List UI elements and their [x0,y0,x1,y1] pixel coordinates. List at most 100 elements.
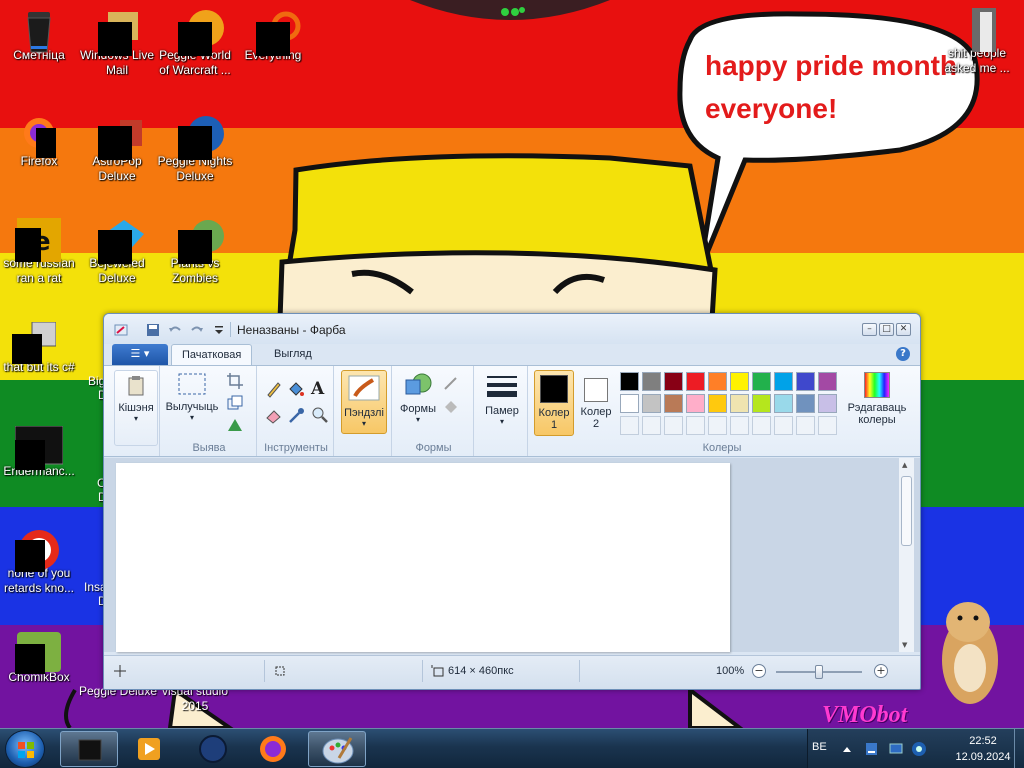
crop-icon[interactable] [226,372,244,390]
desktop-icon-endermanc[interactable]: Endermanc... [0,425,78,479]
shape-fill-icon[interactable] [442,398,460,416]
desktop-icon-windows-live-mail[interactable]: Windows Live Mail [78,10,156,78]
zoom-slider[interactable] [776,665,862,679]
quick-access-dropdown-icon[interactable] [212,323,226,337]
palette-swatch[interactable] [664,394,683,413]
desktop-icon-some-russian[interactable]: e some russian ran a rat [0,218,78,286]
zoom-in-button[interactable]: + [874,664,888,678]
help-button[interactable]: ? [896,347,910,361]
text-icon[interactable]: A [311,379,329,399]
taskbar-paint[interactable] [308,731,366,767]
palette-swatch[interactable] [620,394,639,413]
palette-swatch[interactable] [796,372,815,391]
title-bar[interactable]: Неназваны - Фарба – □ ✕ [104,314,920,344]
palette-swatch[interactable] [752,394,771,413]
desktop-icon-astropop[interactable]: AstroPop Deluxe [78,116,156,184]
zoom-slider-thumb[interactable] [815,665,823,679]
eraser-icon[interactable] [265,406,283,424]
desktop-icon-recycle-bin[interactable]: Сметніца [0,10,78,63]
save-icon[interactable] [146,323,160,337]
tab-view[interactable]: Выгляд [264,344,322,366]
custom-color-slot[interactable] [664,416,683,435]
palette-swatch[interactable] [686,372,705,391]
clock-time[interactable]: 22:52 [958,735,1008,747]
desktop-icon-peggle-nights[interactable]: Peggle Nights Deluxe [156,116,234,184]
custom-color-slot[interactable] [642,416,661,435]
palette-swatch[interactable] [730,372,749,391]
action-center-icon[interactable] [864,741,880,757]
custom-color-slot[interactable] [708,416,727,435]
palette-swatch[interactable] [642,394,661,413]
rotate-icon[interactable] [226,416,244,434]
desktop-icon-none-of-you[interactable]: none of you retards kno... [0,528,78,596]
paint-window[interactable]: Неназваны - Фарба – □ ✕ ☰ ▾ Пачатковая В… [103,313,921,690]
desktop-icon-everything[interactable]: Everything [234,10,312,63]
clipboard-button[interactable]: Кішэня ▾ [114,370,158,446]
show-hidden-icons-icon[interactable] [842,744,852,754]
palette-swatch[interactable] [708,394,727,413]
taskbar-recycle-bin[interactable] [60,731,118,767]
color-picker-icon[interactable] [287,406,305,424]
palette-swatch[interactable] [752,372,771,391]
show-desktop-button[interactable] [1014,729,1024,768]
palette-swatch[interactable] [774,394,793,413]
palette-swatch[interactable] [686,394,705,413]
custom-color-slot[interactable] [818,416,837,435]
custom-color-slot[interactable] [620,416,639,435]
close-button[interactable]: ✕ [896,323,911,336]
palette-swatch[interactable] [818,394,837,413]
select-button[interactable]: Вылучыць ▾ [162,372,222,422]
palette-swatch[interactable] [796,394,815,413]
taskbar-firefox[interactable] [244,731,302,767]
volume-icon[interactable] [911,741,927,757]
drawing-canvas[interactable] [116,463,730,652]
desktop-icon-shit-people-asked[interactable]: shit people asked me ... [938,6,1016,76]
scrollbar-thumb[interactable] [901,476,912,546]
taskbar-globe[interactable] [184,731,242,767]
network-icon[interactable] [888,741,904,757]
clock-date[interactable]: 12.09.2024 [945,751,1021,763]
brushes-button[interactable]: Пэндзлі ▾ [341,370,387,434]
canvas-area[interactable]: ▲ ▼ [104,458,920,652]
tab-home[interactable]: Пачатковая [171,344,253,366]
custom-color-slot[interactable] [774,416,793,435]
magnifier-icon[interactable] [311,406,329,424]
language-indicator[interactable]: BE [812,741,827,753]
taskbar-media-player[interactable] [120,731,178,767]
color2-button[interactable]: Колер 2 [576,370,616,436]
paint-menu-button[interactable]: ☰ ▾ [112,344,168,365]
zoom-out-button[interactable]: − [752,664,766,678]
palette-swatch[interactable] [664,372,683,391]
palette-swatch[interactable] [620,372,639,391]
undo-icon[interactable] [168,323,182,337]
redo-icon[interactable] [190,323,204,337]
vertical-scrollbar[interactable]: ▲ ▼ [898,458,914,652]
paint-app-icon[interactable] [114,323,128,337]
resize-icon[interactable] [226,394,244,412]
custom-color-slot[interactable] [730,416,749,435]
palette-swatch[interactable] [818,372,837,391]
palette-swatch[interactable] [774,372,793,391]
shapes-button[interactable]: Формы ▾ [396,372,440,424]
fill-icon[interactable] [287,380,305,398]
desktop-icon-bejeweled[interactable]: Bejeweled Deluxe [78,218,156,286]
palette-swatch[interactable] [708,372,727,391]
color1-button[interactable]: Колер 1 [534,370,574,436]
outline-icon[interactable] [442,374,460,392]
desktop-icon-that-but-its-csharp[interactable]: that but its c# [0,321,78,375]
desktop-icon-chomikbox[interactable]: ChomikBox [0,632,78,685]
edit-colors-button[interactable]: Рэдагаваць колеры [842,372,912,426]
size-button[interactable]: Памер ▾ [480,374,524,426]
palette-swatch[interactable] [730,394,749,413]
custom-color-slot[interactable] [752,416,771,435]
start-button[interactable] [5,730,45,768]
desktop-icon-firefox[interactable]: Firefox [0,116,78,169]
desktop-icon-plants-vs-zombies[interactable]: Plants vs Zombies [156,218,234,286]
minimize-button[interactable]: – [862,323,877,336]
custom-color-slot[interactable] [796,416,815,435]
pencil-icon[interactable] [265,380,283,398]
custom-color-slot[interactable] [686,416,705,435]
palette-swatch[interactable] [642,372,661,391]
maximize-button[interactable]: □ [879,323,894,336]
desktop-icon-peggle-wow[interactable]: Peggle World of Warcraft ... [156,10,234,78]
